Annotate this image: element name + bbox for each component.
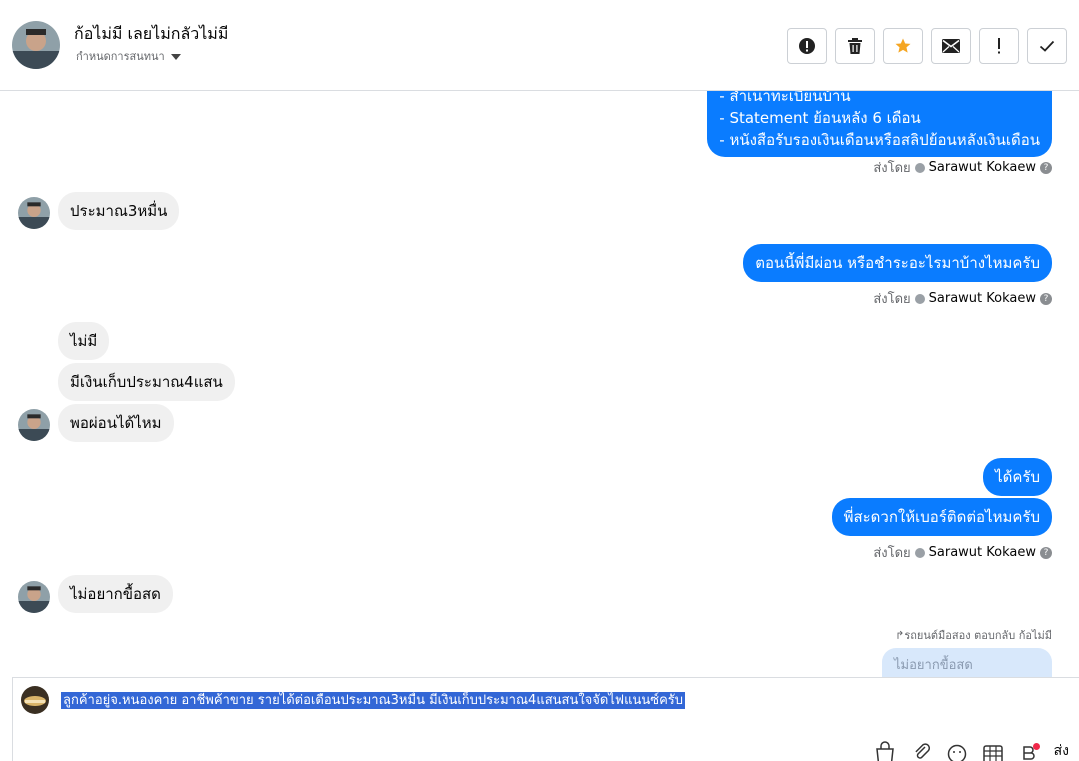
conversation-header: ก้อไม่มี เลยไม่กลัวไม่มี กำหนดการสนทนา xyxy=(0,0,1079,91)
star-button[interactable] xyxy=(883,28,923,64)
sender-name[interactable]: Sarawut Kokaew xyxy=(929,160,1036,175)
message-composer[interactable]: ลูกค้าอยู่จ.หนองคาย อาชีพค้าขาย รายได้ต่… xyxy=(12,677,1079,761)
attach-icon[interactable] xyxy=(910,741,932,761)
verified-icon xyxy=(914,547,925,558)
check-icon xyxy=(1039,40,1055,52)
avatar[interactable] xyxy=(12,21,60,69)
incoming-message[interactable]: ไม่มี xyxy=(58,322,110,360)
mark-unread-button[interactable] xyxy=(931,28,971,64)
avatar[interactable] xyxy=(18,581,50,613)
contact-name: ก้อไม่มี เลยไม่กลัวไม่มี xyxy=(74,24,229,43)
incoming-message[interactable]: มีเงินเก็บประมาณ4แสน xyxy=(58,363,235,401)
mark-spam-button[interactable] xyxy=(787,28,827,64)
send-button[interactable]: ส่ง xyxy=(1054,741,1069,761)
grid-icon[interactable] xyxy=(982,741,1004,761)
incoming-message[interactable]: พอผ่อนได้ไหม xyxy=(58,404,174,442)
toolbar xyxy=(787,28,1067,64)
template-icon[interactable] xyxy=(1018,741,1040,761)
message-line: - สำเนาทะเบียนบ้าน xyxy=(719,91,851,105)
verified-icon xyxy=(914,162,925,173)
message-line: - Statement ย้อนหลัง 6 เดือน xyxy=(719,109,921,127)
schedule-label: กำหนดการสนทนา xyxy=(76,50,165,63)
sent-by-info: ส่งโดย Sarawut Kokaew ? xyxy=(873,542,1052,563)
page-avatar xyxy=(21,686,49,714)
delete-button[interactable] xyxy=(835,28,875,64)
sender-name[interactable]: Sarawut Kokaew xyxy=(929,291,1036,306)
important-icon xyxy=(998,38,1000,54)
help-icon[interactable]: ? xyxy=(1040,546,1052,559)
reply-icon: ↱ xyxy=(895,629,905,642)
reply-hint: ↱รถยนต์มือสอง ตอบกลับ ก้อไม่มี xyxy=(895,629,1052,642)
outgoing-message[interactable]: ตอนนี้พี่มีผ่อน หรือชำระอะไรมาบ้างไหมครั… xyxy=(743,244,1052,282)
notification-dot xyxy=(1032,743,1040,750)
incoming-message[interactable]: ประมาณ3หมื่น xyxy=(58,192,180,230)
avatar[interactable] xyxy=(18,197,50,229)
star-icon xyxy=(895,38,911,53)
message-thread[interactable]: - สำเนาทะเบียนบ้าน - Statement ย้อนหลัง … xyxy=(0,91,1079,677)
mail-icon xyxy=(942,39,960,53)
caret-down-icon xyxy=(170,53,181,60)
emoji-icon[interactable] xyxy=(946,741,968,761)
sent-by-info: ส่งโดย Sarawut Kokaew ? xyxy=(873,157,1052,178)
help-icon[interactable]: ? xyxy=(1040,161,1052,174)
message-line: - หนังสือรับรองเงินเดือนหรือสลิปย้อนหลัง… xyxy=(719,131,1040,149)
sender-name[interactable]: Sarawut Kokaew xyxy=(929,545,1036,560)
incoming-message[interactable]: ไม่อยากขื้อสด xyxy=(58,575,173,613)
schedule-dropdown[interactable]: กำหนดการสนทนา xyxy=(76,47,181,65)
outgoing-message[interactable]: ได้ครับ xyxy=(983,458,1052,496)
bag-icon[interactable] xyxy=(874,741,896,761)
important-button[interactable] xyxy=(979,28,1019,64)
outgoing-message[interactable]: - สำเนาทะเบียนบ้าน - Statement ย้อนหลัง … xyxy=(707,91,1052,157)
verified-icon xyxy=(914,293,925,304)
outgoing-message[interactable]: พี่สะดวกให้เบอร์ติดต่อไหมครับ xyxy=(831,498,1052,536)
trash-icon xyxy=(848,38,862,54)
reply-preview[interactable]: ไม่อยากขื้อสด xyxy=(882,648,1052,677)
composer-tools: ส่ง xyxy=(874,741,1069,761)
selected-text: ลูกค้าอยู่จ.หนองคาย อาชีพค้าขาย รายได้ต่… xyxy=(61,692,686,709)
avatar[interactable] xyxy=(18,409,50,441)
sent-by-info: ส่งโดย Sarawut Kokaew ? xyxy=(873,288,1052,309)
spam-icon xyxy=(799,38,815,54)
help-icon[interactable]: ? xyxy=(1040,292,1052,305)
message-input[interactable]: ลูกค้าอยู่จ.หนองคาย อาชีพค้าขาย รายได้ต่… xyxy=(61,692,686,710)
mark-done-button[interactable] xyxy=(1027,28,1067,64)
